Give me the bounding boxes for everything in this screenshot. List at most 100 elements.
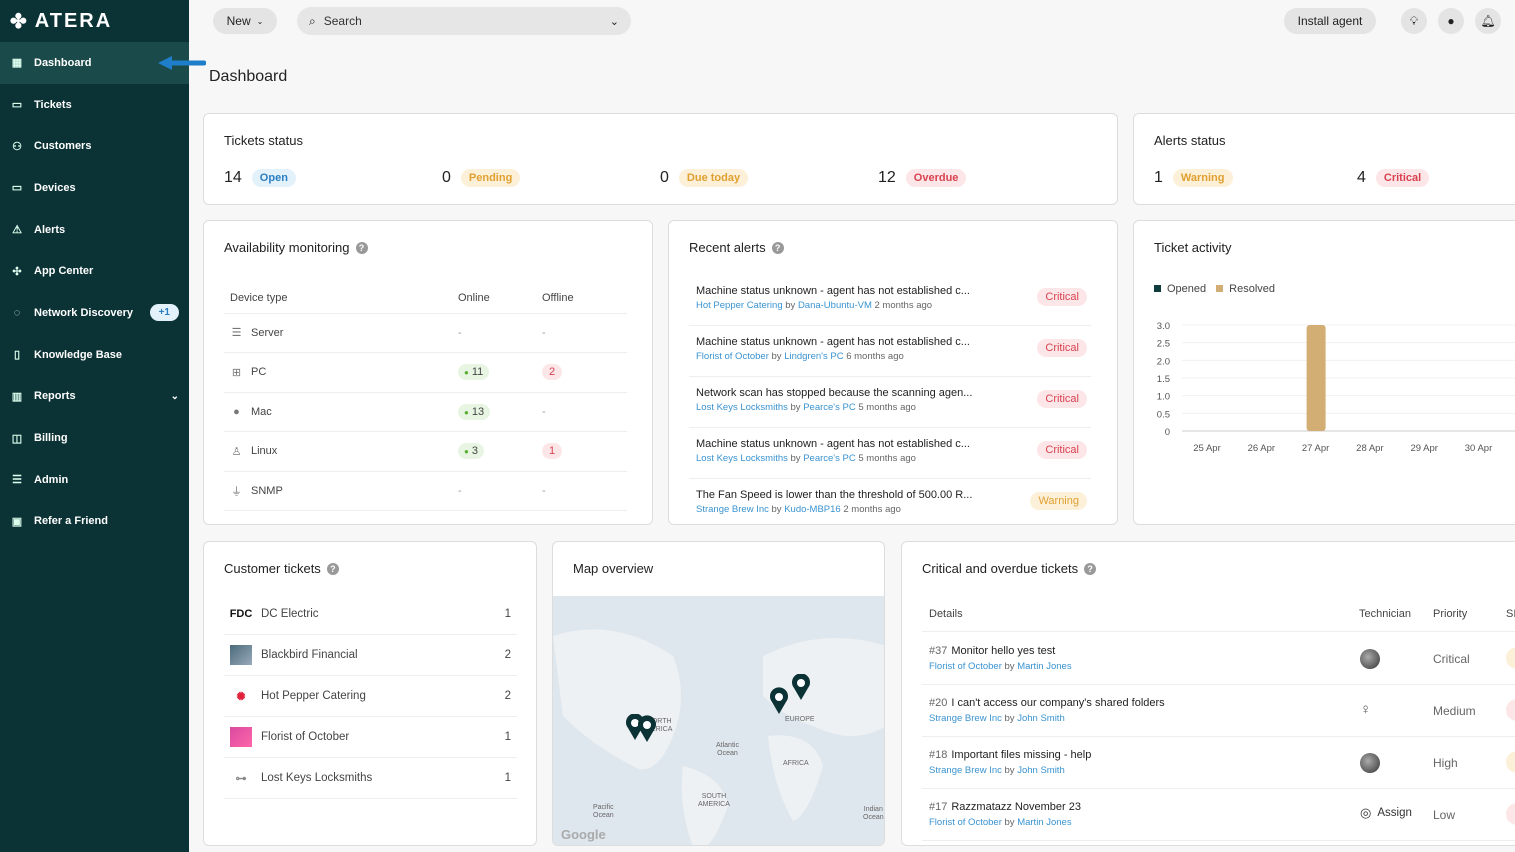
customer-link[interactable]: Florist of October (929, 817, 1002, 828)
list-item[interactable]: FDC DC Electric 1 (224, 594, 517, 635)
list-item[interactable]: Machine status unknown - agent has not e… (689, 275, 1091, 326)
table-row[interactable]: ⏚ SNMP - - (224, 471, 627, 511)
sidebar-item-reports[interactable]: ▥ Reports ⌄ (0, 376, 189, 418)
help-icon[interactable]: ? (1084, 562, 1097, 575)
ticket-title[interactable]: Razzmatazz November 23 (951, 801, 1081, 813)
customer-link[interactable]: Strange Brew Inc (929, 765, 1002, 776)
status-badge: Warning (1172, 169, 1233, 187)
ticket-stat-open[interactable]: 14 Open (224, 169, 296, 187)
alert-stat-warning[interactable]: 1 Warning (1154, 169, 1233, 187)
customer-link[interactable]: Lost Keys Locksmiths (696, 402, 788, 413)
sidebar-item-customers[interactable]: ⚇ Customers (0, 125, 189, 167)
table-row[interactable]: #37 Monitor hello yes test Florist of Oct… (922, 633, 1515, 685)
column-header: Online (452, 283, 536, 314)
search-input[interactable] (323, 14, 602, 28)
online-count[interactable]: 3 (458, 443, 484, 460)
device-link[interactable]: Lindgren's PC (784, 351, 843, 362)
atera-logo[interactable]: ✤ ATERA (0, 0, 189, 42)
sidebar-item-app-center[interactable]: ✣ App Center (0, 250, 189, 292)
sidebar-item-label: Knowledge Base (34, 348, 123, 361)
sidebar-item-network-discovery[interactable]: ◌ Network Discovery +1 (0, 292, 189, 334)
list-item[interactable]: ✺ Hot Pepper Catering 2 (224, 676, 517, 717)
by-text: by (790, 402, 801, 413)
legend-label: Opened (1167, 283, 1207, 295)
customer-link[interactable]: Florist of October (929, 661, 1002, 672)
list-item[interactable]: Blackbird Financial 2 (224, 635, 517, 676)
install-agent-button[interactable]: Install agent (1284, 8, 1376, 34)
ticket-count: 2 (504, 649, 511, 661)
map-pin-icon[interactable] (625, 714, 659, 744)
help-icon[interactable]: ? (355, 241, 368, 254)
assign-button[interactable]: Assign (1377, 807, 1412, 819)
customer-logo: ⊶ (230, 768, 252, 788)
device-link[interactable]: Kudo-MBP16 (784, 504, 841, 515)
user-link[interactable]: John Smith (1017, 713, 1065, 724)
sidebar-item-billing[interactable]: ◫ Billing (0, 417, 189, 459)
map-pin-icon[interactable] (767, 674, 817, 718)
table-row[interactable]: ⊞ PC 11 2 (224, 352, 627, 393)
sidebar-item-label: Refer a Friend (34, 515, 108, 528)
help-icon[interactable]: ? (771, 241, 784, 254)
table-row[interactable]: ☰ Server - - (224, 313, 627, 353)
device-link[interactable]: Pearce's PC (803, 453, 856, 464)
customer-link[interactable]: Hot Pepper Catering (696, 300, 783, 311)
ticket-stat-due-today[interactable]: 0 Due today (660, 169, 749, 187)
online-count[interactable]: 13 (458, 403, 491, 420)
list-item[interactable]: The Fan Speed is lower than the threshol… (689, 479, 1091, 524)
ticket-stat-overdue[interactable]: 12 Overdue (878, 169, 967, 187)
customer-link[interactable]: Strange Brew Inc (929, 713, 1002, 724)
sidebar-item-tickets[interactable]: ▭ Tickets (0, 84, 189, 126)
new-button[interactable]: New ⌄ (213, 8, 277, 34)
stat-count: 14 (224, 169, 242, 186)
list-item[interactable]: Network scan has stopped because the sca… (689, 377, 1091, 428)
chevron-down-icon[interactable]: ⌄ (610, 15, 619, 28)
bell-icon[interactable]: 🔔︎ (1475, 8, 1501, 34)
online-count[interactable]: 11 (458, 364, 490, 381)
customer-name: Blackbird Financial (261, 649, 358, 661)
table-row[interactable]: #20 I can't access our company's shared f… (922, 685, 1515, 737)
sidebar-item-alerts[interactable]: ⚠ Alerts (0, 209, 189, 251)
user-link[interactable]: Martin Jones (1017, 817, 1071, 828)
offline-count[interactable]: 2 (542, 364, 563, 381)
alert-title: Network scan has stopped because the sca… (696, 387, 973, 399)
list-item[interactable]: ⊶ Lost Keys Locksmiths 1 (224, 758, 517, 799)
sidebar-item-refer-a-friend[interactable]: ▣ Refer a Friend (0, 501, 189, 543)
legend-item[interactable]: Resolved (1216, 283, 1275, 295)
technician-avatar[interactable] (1360, 649, 1380, 669)
list-item[interactable]: Machine status unknown - agent has not e… (689, 428, 1091, 479)
ticket-stat-pending[interactable]: 0 Pending (442, 169, 521, 187)
chevron-down-icon[interactable]: ⌄ (171, 391, 179, 402)
alert-stat-critical[interactable]: 4 Critical (1357, 169, 1430, 187)
ticket-title[interactable]: Important files missing - help (951, 749, 1091, 761)
sidebar-item-admin[interactable]: ☰ Admin (0, 459, 189, 501)
chat-icon[interactable]: ● (1438, 8, 1464, 34)
table-row[interactable]: ● Mac 13 - (224, 392, 627, 432)
list-item[interactable]: Florist of October 1 (224, 717, 517, 758)
customer-link[interactable]: Strange Brew Inc (696, 504, 769, 515)
legend-item[interactable]: Opened (1154, 283, 1206, 295)
technician-avatar[interactable] (1360, 753, 1380, 773)
table-row[interactable]: #17 Razzmatazz November 23 Florist of Oct… (922, 789, 1515, 841)
technician-avatar[interactable]: ♀ (1360, 701, 1371, 718)
user-link[interactable]: Martin Jones (1017, 661, 1071, 672)
device-link[interactable]: Dana-Ubuntu-VM (798, 300, 872, 311)
ticket-title[interactable]: Monitor hello yes test (951, 645, 1055, 657)
stat-count: 0 (660, 169, 669, 186)
sidebar-item-devices[interactable]: ▭ Devices (0, 167, 189, 209)
search-bar[interactable]: ⌕⌄ (297, 7, 631, 35)
user-link[interactable]: John Smith (1017, 765, 1065, 776)
sidebar-item-knowledge-base[interactable]: ▯ Knowledge Base (0, 334, 189, 376)
table-row[interactable]: #18 Important files missing - help Strang… (922, 737, 1515, 789)
list-item[interactable]: Machine status unknown - agent has not e… (689, 326, 1091, 377)
table-row[interactable]: ♙ Linux 3 1 (224, 431, 627, 472)
help-icon[interactable]: ? (326, 562, 339, 575)
offline-count[interactable]: 1 (542, 443, 563, 460)
device-link[interactable]: Pearce's PC (803, 402, 856, 413)
table-row[interactable]: ▦ Generic (224, 510, 627, 524)
world-map[interactable]: ORTH ERICA EUROPE Atlantic Ocean AFRICA … (553, 596, 884, 845)
customer-link[interactable]: Florist of October (696, 351, 769, 362)
customer-link[interactable]: Lost Keys Locksmiths (696, 453, 788, 464)
bar-resolved[interactable] (1306, 325, 1326, 431)
lightbulb-icon[interactable]: 💡︎ (1401, 8, 1427, 34)
ticket-title[interactable]: I can't access our company's shared fold… (951, 697, 1164, 709)
